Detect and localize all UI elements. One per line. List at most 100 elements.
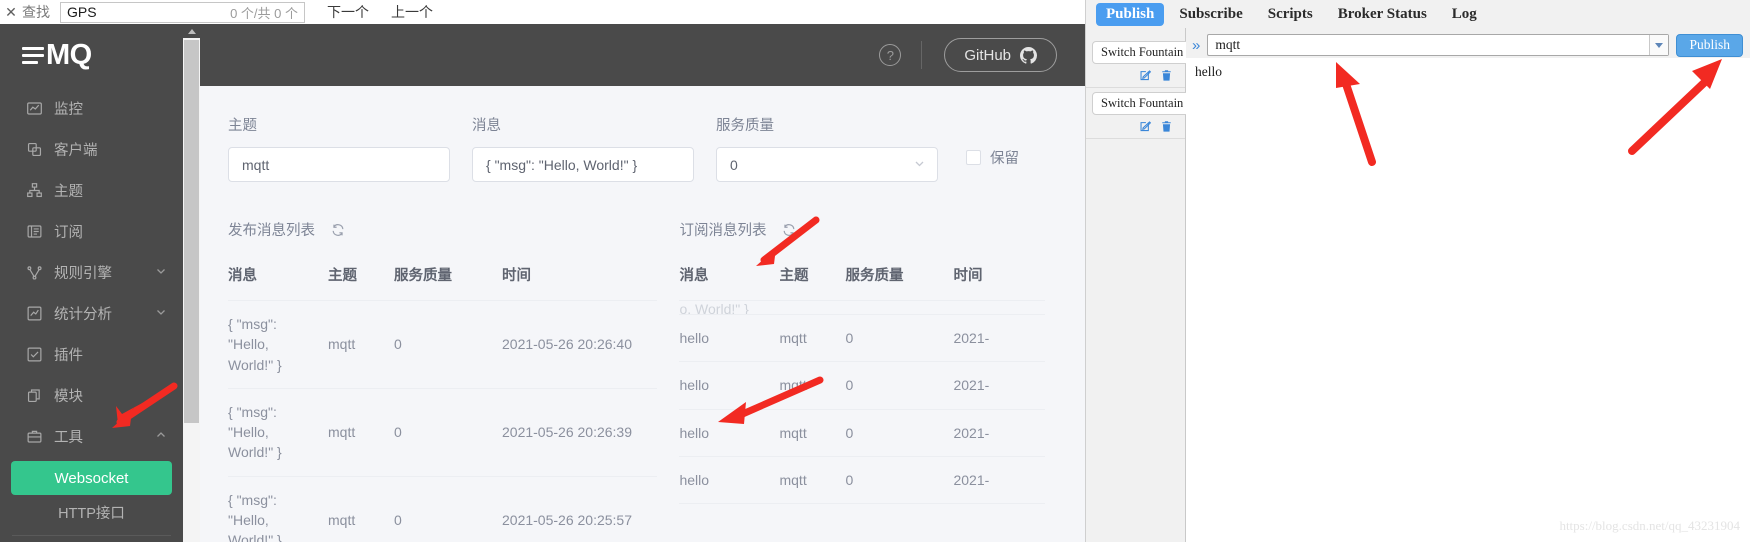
publish-payload-editor[interactable]: hello: [1186, 58, 1750, 538]
cell-message: hello: [679, 361, 780, 410]
chevron-down-icon: [155, 265, 167, 281]
plugins-icon: [26, 346, 54, 363]
websocket-panel: 主题 mqtt 消息 { "msg": "Hello, World!" } 服务…: [200, 86, 1085, 542]
cell-message: { "msg": "Hello, World!" }: [228, 300, 328, 389]
qos-select[interactable]: 0: [716, 147, 938, 182]
brand-logo: MQ: [0, 24, 183, 86]
tab-broker-status[interactable]: Broker Status: [1328, 3, 1437, 26]
cell-message: hello: [679, 315, 780, 363]
sidebar-item-analytics[interactable]: 统计分析: [0, 293, 183, 334]
message-input[interactable]: { "msg": "Hello, World!" }: [472, 147, 694, 182]
cell-qos: 0: [394, 388, 502, 477]
publish-topic-value: mqtt: [1215, 37, 1241, 52]
tab-log[interactable]: Log: [1442, 3, 1487, 26]
find-input[interactable]: GPS 0 个/共 0 个: [60, 1, 305, 23]
col-message: 消息: [679, 264, 780, 301]
table-row: hello mqtt 0 2021-: [679, 361, 1045, 410]
tools-icon: [26, 428, 54, 445]
retain-label: 保留: [990, 151, 1019, 167]
topic-field-group: 主题 mqtt: [228, 114, 450, 182]
table-row: hello mqtt 0 2021-: [679, 456, 1045, 505]
publish-messages-table: 消息 主题 服务质量 时间 { "msg": "Hello, World!" }…: [228, 264, 658, 542]
col-qos: 服务质量: [845, 264, 954, 301]
sidebar-item-plugins[interactable]: 插件: [0, 334, 183, 375]
clients-icon: [26, 141, 54, 158]
cell-time: 2021-05-26 20:26:39: [502, 388, 658, 477]
chevron-double-right-icon[interactable]: »: [1192, 37, 1200, 54]
sidebar-subitem-websocket[interactable]: Websocket: [11, 461, 172, 495]
sidebar-item-label: 插件: [54, 348, 83, 364]
tab-subscribe[interactable]: Subscribe: [1169, 3, 1252, 26]
sidebar-item-label: 模块: [54, 389, 83, 405]
sidebar-item-monitor[interactable]: 监控: [0, 88, 183, 129]
sidebar-item-label: 规则引擎: [54, 266, 112, 282]
find-prev-button[interactable]: 上一个: [391, 2, 433, 22]
sidebar-item-clients[interactable]: 客户端: [0, 129, 183, 170]
cell-topic: mqtt: [779, 361, 846, 410]
help-icon[interactable]: ?: [879, 44, 902, 66]
mqtt-client-panel: Publish Subscribe Scripts Broker Status …: [1085, 0, 1750, 542]
publish-button[interactable]: Publish: [1676, 33, 1743, 57]
cell-qos: 0: [845, 315, 954, 363]
sidebar-item-tools[interactable]: 工具: [0, 416, 183, 457]
col-topic: 主题: [779, 264, 846, 301]
topics-icon: [26, 182, 54, 199]
cell-message: { "msg": "Hello, World!" }: [228, 388, 328, 477]
col-time: 时间: [953, 264, 1045, 301]
mqtt-body: Switch Fountain ON Switch Fountain OFF »…: [1086, 28, 1750, 542]
message-field-group: 消息 { "msg": "Hello, World!" }: [472, 114, 694, 182]
sidebar-user-row: admin: [0, 536, 183, 542]
sidebar-subitem-http-api[interactable]: HTTP接口: [0, 495, 183, 529]
col-time: 时间: [502, 264, 658, 301]
subscriptions-icon: [26, 223, 54, 240]
cell-qos: 0: [845, 456, 954, 505]
sidebar-subitem-label: Websocket: [54, 469, 129, 487]
cell-time: 2021-: [953, 409, 1045, 457]
github-button[interactable]: GitHub: [944, 38, 1057, 72]
retain-checkbox-group[interactable]: 保留: [966, 147, 1019, 168]
publish-payload-text: hello: [1195, 64, 1222, 79]
subscribe-messages-rows: hello mqtt 0 2021- hello mqtt 0 2021- he…: [679, 315, 1045, 505]
macro-item: Switch Fountain OFF: [1086, 88, 1219, 139]
sidebar-item-label: 客户端: [54, 143, 98, 159]
sidebar-item-label: 监控: [54, 102, 83, 118]
publish-topic-combobox[interactable]: mqtt: [1207, 34, 1670, 56]
watermark: https://blog.csdn.net/qq_43231904: [1559, 518, 1740, 533]
sidebar-subitem-label: HTTP接口: [58, 505, 125, 522]
cell-time: 2021-: [953, 456, 1045, 505]
publish-messages-block: 发布消息列表 消息 主题 服务质量 时间 {"msg": "Hello, Wo…: [228, 219, 658, 542]
macro-list: Switch Fountain ON Switch Fountain OFF: [1086, 28, 1219, 542]
table-row: hello mqtt 0 2021-: [679, 315, 1045, 363]
cell-qos: 0: [394, 300, 502, 389]
sidebar-item-topics[interactable]: 主题: [0, 170, 183, 211]
trash-icon[interactable]: [1160, 120, 1173, 133]
tab-publish[interactable]: Publish: [1096, 2, 1165, 26]
sidebar-item-subscriptions[interactable]: 订阅: [0, 211, 183, 252]
edit-icon[interactable]: [1139, 69, 1152, 82]
cell-topic: mqtt: [779, 456, 846, 505]
retain-checkbox[interactable]: [966, 150, 981, 165]
dropdown-arrow-icon[interactable]: [1649, 35, 1669, 55]
chevron-down-icon: [155, 306, 167, 322]
macro-actions: [1092, 115, 1179, 134]
subscribe-messages-table: 消息 主题 服务质量 时间: [679, 264, 1045, 301]
sidebar-item-modules[interactable]: 模块: [0, 375, 183, 416]
refresh-icon[interactable]: [782, 223, 796, 237]
app-header: ? GitHub: [200, 24, 1085, 86]
cell-time: 2021-05-26 20:26:40: [502, 300, 658, 389]
page-scrollbar[interactable]: [183, 24, 200, 542]
topic-input-value: mqtt: [242, 156, 270, 173]
message-input-value: { "msg": "Hello, World!" }: [486, 156, 638, 173]
find-next-button[interactable]: 下一个: [327, 2, 369, 22]
refresh-icon[interactable]: [331, 223, 345, 237]
trash-icon[interactable]: [1160, 69, 1173, 82]
cell-time: 2021-05-26 20:25:57: [502, 476, 658, 542]
close-icon[interactable]: ✕: [0, 0, 22, 24]
sidebar-nav: 监控 客户端 主题 订阅 规则引擎 统计分析 插件 模块 工具 Websocke…: [0, 86, 183, 542]
edit-icon[interactable]: [1139, 120, 1152, 133]
sidebar-item-rules[interactable]: 规则引擎: [0, 252, 183, 293]
scrollbar-thumb[interactable]: [184, 40, 199, 423]
scroll-up-arrow-icon[interactable]: [183, 24, 200, 38]
tab-scripts[interactable]: Scripts: [1258, 3, 1323, 26]
topic-input[interactable]: mqtt: [228, 147, 450, 182]
